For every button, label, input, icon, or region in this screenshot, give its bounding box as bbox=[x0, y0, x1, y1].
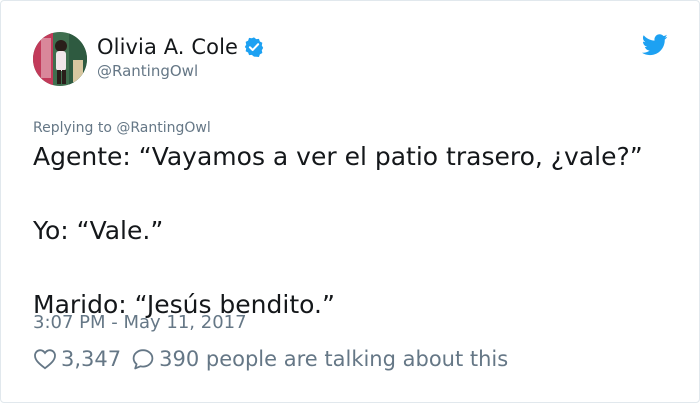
speech-bubble-icon bbox=[132, 349, 154, 370]
tweet-actions: 3,347 390 people are talking about this bbox=[33, 347, 508, 371]
tweet-timestamp[interactable]: 3:07 PM - May 11, 2017 bbox=[33, 312, 247, 333]
tweet-card: Olivia A. Cole @RantingOwl Replying to @… bbox=[0, 0, 700, 403]
verified-badge-icon bbox=[243, 36, 265, 58]
tweet-line: Yo: “Vale.” bbox=[33, 216, 164, 245]
like-button[interactable]: 3,347 bbox=[33, 347, 121, 371]
tweet-line: Agente: “Vayamos a ver el patio trasero,… bbox=[33, 142, 643, 171]
avatar[interactable] bbox=[33, 32, 87, 86]
talking-about-text: 390 people are talking about this bbox=[159, 347, 509, 371]
heart-icon bbox=[34, 349, 56, 370]
replying-to-label: Replying to bbox=[33, 120, 112, 136]
twitter-bird-icon[interactable] bbox=[641, 34, 668, 56]
author-handle[interactable]: @RantingOwl bbox=[97, 62, 198, 80]
author-name-row: Olivia A. Cole bbox=[97, 33, 265, 61]
tweet-text: Agente: “Vayamos a ver el patio trasero,… bbox=[33, 138, 673, 323]
author-name[interactable]: Olivia A. Cole bbox=[97, 35, 238, 59]
conversation-link[interactable]: 390 people are talking about this bbox=[131, 347, 508, 371]
like-count: 3,347 bbox=[61, 347, 122, 371]
replying-to-line: Replying to @RantingOwl bbox=[33, 120, 211, 136]
avatar-image bbox=[33, 32, 87, 86]
replying-to-mention[interactable]: @RantingOwl bbox=[116, 120, 210, 136]
